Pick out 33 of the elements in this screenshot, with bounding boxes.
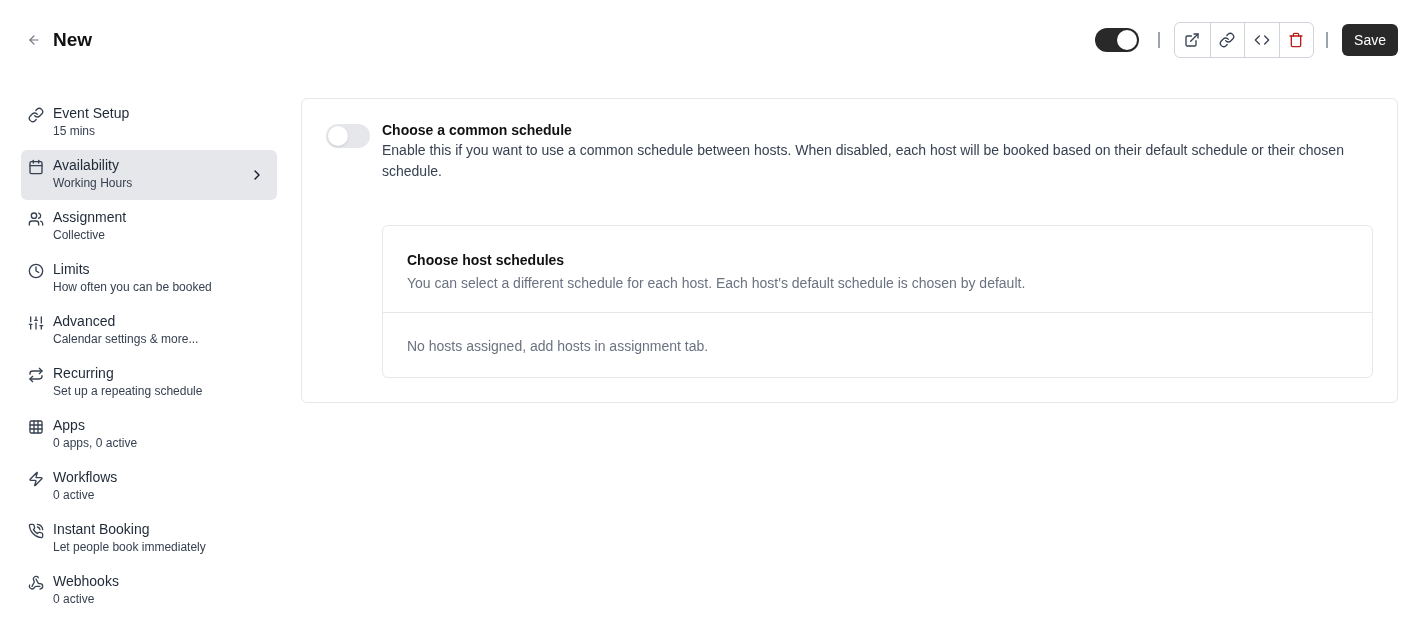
calendar-icon	[28, 159, 44, 175]
sidebar-item[interactable]: Limits How often you can be booked	[21, 254, 277, 304]
sidebar-item[interactable]: Assignment Collective	[21, 202, 277, 252]
sidebar-item[interactable]: Advanced Calendar settings & more...	[21, 306, 277, 356]
sidebar-item[interactable]: Availability Working Hours	[21, 150, 277, 200]
webhook-icon	[28, 575, 44, 591]
toggle-switch[interactable]	[326, 124, 370, 148]
section-description: You can select a different schedule for each host. Each host's default schedule is chosen by default.	[407, 274, 1027, 293]
phone-icon	[28, 523, 44, 539]
link-icon	[28, 107, 44, 123]
sidebar-item[interactable]: Workflows 0 active	[21, 462, 277, 512]
grid-icon	[28, 419, 44, 435]
setting-title: Choose a common schedule	[382, 121, 573, 140]
clock-icon	[28, 263, 44, 279]
sidebar-item[interactable]: Webhooks 0 active	[21, 566, 277, 616]
save-button[interactable]: Save	[1342, 24, 1398, 56]
external-link-icon	[1184, 32, 1201, 48]
empty-message: No hosts assigned, add hosts in assignment tab.	[407, 337, 710, 356]
lightning-icon	[28, 471, 44, 487]
people-icon	[28, 211, 44, 227]
section-title: Choose host schedules	[407, 251, 566, 270]
setting-description: Enable this if you want to use a common schedule between hosts. When disabled, each host will be booked based on their default schedule or their chosen schedule.	[382, 141, 1345, 181]
sliders-icon	[28, 315, 44, 331]
trash-icon	[1288, 32, 1305, 48]
repeat-arrows-icon	[28, 367, 44, 383]
sidebar-item[interactable]: Instant Booking Let people book immediately	[21, 514, 277, 564]
link-icon	[1219, 32, 1236, 48]
page-title: New	[53, 28, 93, 52]
sidebar-item[interactable]: Recurring Set up a repeating schedule	[21, 358, 277, 408]
toggle-switch[interactable]	[1095, 28, 1140, 52]
sidebar-item[interactable]: Event Setup 15 mins	[21, 98, 277, 148]
code-brackets-icon	[1253, 32, 1270, 48]
sidebar-item[interactable]: Apps 0 apps, 0 active	[21, 410, 277, 460]
